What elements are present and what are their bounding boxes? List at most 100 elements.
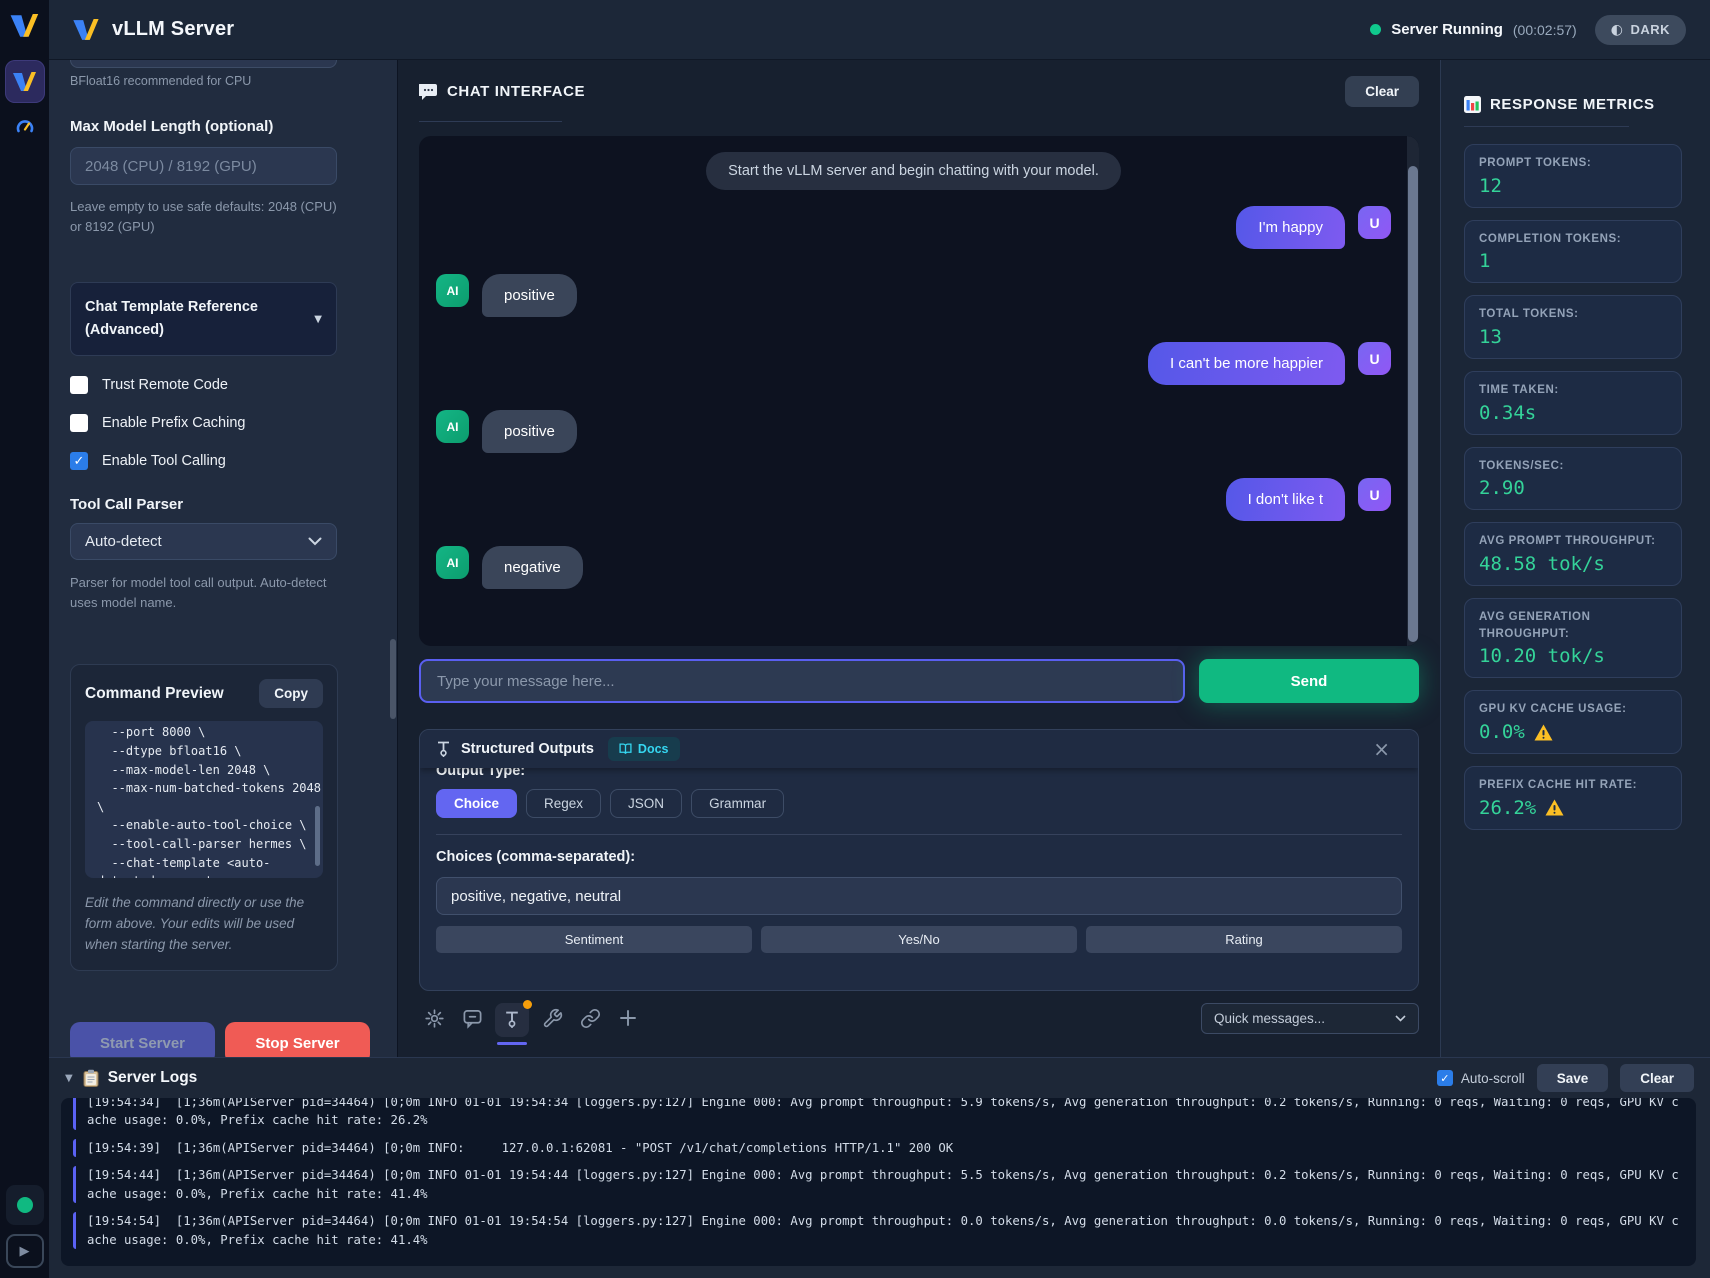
chevron-down-icon — [308, 537, 322, 546]
choices-input[interactable] — [436, 877, 1402, 915]
server-logs-title: Server Logs — [108, 1069, 198, 1087]
chat-clear-button[interactable]: Clear — [1345, 76, 1419, 107]
status-dot-icon — [1370, 24, 1381, 35]
nav-item-server[interactable] — [5, 60, 45, 103]
docs-link[interactable]: Docs — [608, 737, 680, 761]
trust-remote-code-checkbox[interactable]: Trust Remote Code — [70, 376, 337, 394]
user-avatar: U — [1358, 478, 1391, 511]
tool-call-parser-help: Parser for model tool call output. Auto-… — [70, 573, 340, 612]
chat-message-ai: AI positive — [436, 274, 1391, 317]
collapse-arrow-icon[interactable]: ▼ — [65, 1073, 73, 1084]
max-model-length-label: Max Model Length (optional) — [70, 118, 337, 135]
ai-avatar: AI — [436, 274, 469, 307]
command-preview-panel: Command Preview Copy --port 8000 \ --dty… — [70, 664, 338, 971]
chat-interface-title: CHAT INTERFACE — [447, 83, 585, 100]
chat-message-ai: AI positive — [436, 410, 1391, 453]
metric-card-time-taken: TIME TAKEN: 0.34s — [1464, 371, 1682, 435]
preset-sentiment[interactable]: Sentiment — [436, 926, 752, 953]
checkbox-unchecked-icon[interactable] — [70, 414, 88, 432]
copy-button[interactable]: Copy — [259, 679, 323, 708]
output-type-label: Output Type: — [436, 768, 1402, 779]
enable-tool-calling-checkbox[interactable]: ✓ Enable Tool Calling — [70, 452, 337, 470]
logs-save-button[interactable]: Save — [1537, 1064, 1609, 1092]
message-input[interactable] — [419, 659, 1185, 703]
top-header: vLLM Server Server Running (00:02:57) ◐ … — [49, 0, 1710, 60]
wrench-icon[interactable] — [537, 1003, 567, 1033]
server-status-text: Server Running — [1391, 21, 1503, 38]
output-type-grammar[interactable]: Grammar — [691, 789, 784, 818]
structured-outputs-title: Structured Outputs — [461, 741, 594, 757]
log-entry: [19:54:39] [1;36m(APIServer pid=34464) [… — [73, 1139, 1682, 1157]
notification-badge — [523, 1000, 532, 1009]
metric-card-completion-tokens: COMPLETION TOKENS: 1 — [1464, 220, 1682, 284]
chat-panel: CHAT INTERFACE Clear Start the vLLM serv… — [397, 60, 1440, 1057]
max-model-length-input[interactable] — [70, 147, 337, 185]
vllm-logo-icon — [73, 19, 100, 41]
send-button[interactable]: Send — [1199, 659, 1419, 703]
command-preview-title: Command Preview — [85, 685, 224, 703]
chat-scrollbar-thumb[interactable] — [1408, 166, 1418, 642]
chat-template-reference-toggle[interactable]: Chat Template Reference (Advanced) ▼ — [70, 282, 337, 356]
link-icon[interactable] — [575, 1003, 605, 1033]
user-avatar: U — [1358, 342, 1391, 375]
active-tool-underline — [497, 1042, 527, 1045]
output-type-choice[interactable]: Choice — [436, 789, 517, 818]
chat-scrollbar[interactable] — [1407, 136, 1419, 646]
message-settings-icon[interactable] — [457, 1003, 487, 1033]
divider — [1464, 126, 1629, 127]
output-type-json[interactable]: JSON — [610, 789, 682, 818]
settings-gear-icon[interactable] — [419, 1003, 449, 1033]
nav-rail: ▶ — [0, 0, 49, 1278]
max-model-length-help: Leave empty to use safe defaults: 2048 (… — [70, 197, 340, 236]
book-icon — [619, 743, 632, 755]
logs-list[interactable]: [19:54:34] [1;36m(APIServer pid=34464) [… — [61, 1098, 1696, 1266]
metric-card-avg-prompt-throughput: AVG PROMPT THROUGHPUT: 48.58 tok/s — [1464, 522, 1682, 586]
bar-chart-icon — [1464, 96, 1481, 113]
command-preview-code[interactable]: --port 8000 \ --dtype bfloat16 \ --max-m… — [85, 721, 323, 878]
start-server-button[interactable]: Start Server — [70, 1022, 215, 1057]
chevron-down-icon — [1395, 1015, 1406, 1022]
play-icon: ▶ — [20, 1244, 30, 1259]
code-scrollbar-thumb[interactable] — [315, 806, 320, 866]
close-icon[interactable]: × — [1373, 739, 1390, 759]
gauge-icon — [15, 117, 35, 135]
autoscroll-label: Auto-scroll — [1461, 1071, 1525, 1086]
chat-message-user: I don't like t U — [436, 478, 1391, 521]
nav-item-dashboard[interactable] — [5, 109, 45, 143]
sidebar-scrollbar-thumb[interactable] — [390, 639, 396, 719]
log-entry: [19:54:54] [1;36m(APIServer pid=34464) [… — [73, 1212, 1682, 1249]
structured-outputs-panel: Structured Outputs Docs × Output Type: C… — [419, 729, 1419, 991]
response-metrics-sidebar: RESPONSE METRICS PROMPT TOKENS: 12 COMPL… — [1440, 60, 1710, 1057]
half-moon-icon: ◐ — [1611, 22, 1624, 38]
user-avatar: U — [1358, 206, 1391, 239]
plus-icon[interactable] — [613, 1003, 643, 1033]
chat-bubble-icon — [419, 83, 438, 100]
metric-card-tokens-per-sec: TOKENS/SEC: 2.90 — [1464, 447, 1682, 511]
chat-template-reference-label: Chat Template Reference (Advanced) — [85, 296, 285, 342]
output-type-regex[interactable]: Regex — [526, 789, 601, 818]
logs-clear-button[interactable]: Clear — [1620, 1064, 1694, 1092]
theme-toggle-button[interactable]: ◐ DARK — [1595, 15, 1686, 45]
chat-toolbar: Quick messages... — [419, 1003, 1419, 1049]
preset-rating[interactable]: Rating — [1086, 926, 1402, 953]
autoscroll-checkbox[interactable]: ✓ — [1437, 1070, 1453, 1086]
structured-outputs-icon — [436, 741, 451, 758]
tool-call-parser-select[interactable]: Auto-detect — [70, 523, 337, 560]
stop-server-button[interactable]: Stop Server — [225, 1022, 370, 1057]
warning-icon — [1534, 724, 1553, 741]
enable-prefix-caching-checkbox[interactable]: Enable Prefix Caching — [70, 414, 337, 432]
expand-panel-button[interactable]: ▶ — [6, 1234, 44, 1268]
chat-messages-container[interactable]: Start the vLLM server and begin chatting… — [419, 136, 1419, 646]
structured-outputs-tool-icon[interactable] — [495, 1003, 529, 1037]
divider — [436, 834, 1402, 835]
quick-messages-select[interactable]: Quick messages... — [1201, 1003, 1419, 1034]
preset-yesno[interactable]: Yes/No — [761, 926, 1077, 953]
dtype-select-clipped[interactable] — [70, 60, 337, 68]
vllm-logo-icon — [10, 14, 40, 38]
checkbox-checked-icon[interactable]: ✓ — [70, 452, 88, 470]
metric-card-prefix-cache-hit-rate: PREFIX CACHE HIT RATE: 26.2% — [1464, 766, 1682, 830]
collapse-arrow-icon: ▼ — [314, 314, 322, 325]
divider — [419, 121, 562, 122]
checkbox-unchecked-icon[interactable] — [70, 376, 88, 394]
chat-message-user: I can't be more happier U — [436, 342, 1391, 385]
